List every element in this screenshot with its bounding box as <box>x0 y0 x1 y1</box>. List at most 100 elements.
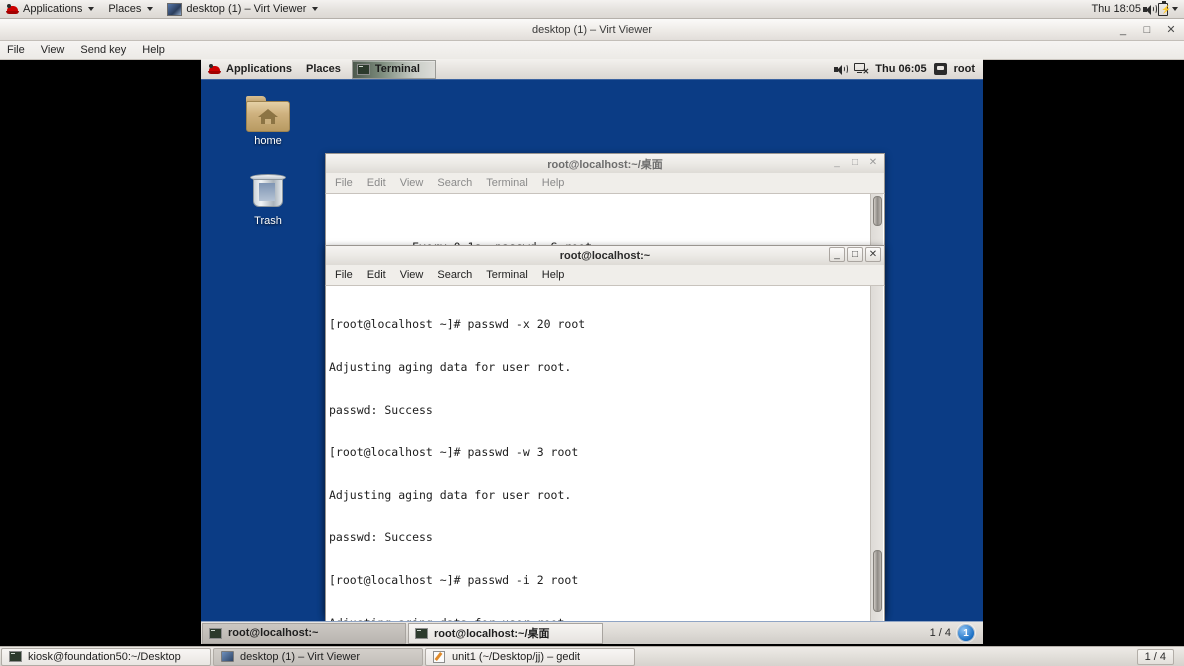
back-menu-search[interactable]: Search <box>430 173 479 194</box>
guest-clock[interactable]: Thu 06:05 <box>875 63 926 75</box>
host-workspace-count: 1 / 4 <box>1136 648 1174 665</box>
battery-icon[interactable]: ⚡ <box>1158 0 1171 16</box>
maximize-button[interactable]: □ <box>1140 23 1154 37</box>
menu-view[interactable]: View <box>33 41 73 60</box>
close-button[interactable]: ✕ <box>1164 23 1178 37</box>
terminal-icon <box>415 627 428 639</box>
workspace-count: 1 / 4 <box>929 627 951 639</box>
back-menu-view[interactable]: View <box>393 173 431 194</box>
guest-taskbar: root@localhost:~ root@localhost:~/桌面 1 /… <box>201 621 983 644</box>
front-window-title: root@localhost:~ <box>559 249 651 262</box>
host-applications-menu[interactable]: Applications <box>0 0 101 19</box>
close-button[interactable]: ✕ <box>865 247 881 262</box>
front-window-controls: _ □ ✕ <box>829 247 881 262</box>
host-task-label: kiosk@foundation50:~/Desktop <box>28 650 181 663</box>
network-disconnected-icon[interactable]: ✕ <box>854 63 869 76</box>
guest-desktop: Applications Places Terminal ✕ Thu 06:05 <box>201 59 983 644</box>
guest-places-label: Places <box>306 63 341 75</box>
virt-viewer-title: desktop (1) – Virt Viewer <box>531 23 653 36</box>
desktop-icon-label: Trash <box>254 215 282 227</box>
window-thumbnail-icon <box>167 2 183 16</box>
desktop-icon-trash[interactable]: Trash <box>233 172 303 227</box>
host-task-gedit[interactable]: unit1 (~/Desktop/jj) – gedit <box>425 647 635 666</box>
host-places-menu[interactable]: Places <box>101 0 160 19</box>
host-top-panel: Applications Places desktop (1) – Virt V… <box>0 0 1184 19</box>
front-term-line: [root@localhost ~]# passwd -x 20 root <box>329 317 586 332</box>
guest-task-terminal[interactable]: Terminal <box>351 59 436 79</box>
terminal-icon <box>209 627 222 639</box>
back-window-controls: _ □ ✕ <box>829 155 881 170</box>
front-menu-terminal[interactable]: Terminal <box>479 265 535 286</box>
volume-icon[interactable] <box>834 64 849 75</box>
menu-file[interactable]: File <box>0 41 33 60</box>
terminal-icon <box>9 651 22 662</box>
front-term-line: passwd: Success <box>329 530 433 545</box>
menu-send-key[interactable]: Send key <box>72 41 134 60</box>
volume-icon[interactable] <box>1143 4 1157 15</box>
guest-task-label: Terminal <box>374 63 420 75</box>
home-folder-icon <box>246 96 290 132</box>
front-window-titlebar[interactable]: root@localhost:~ _ □ ✕ <box>325 245 885 265</box>
front-menu-search[interactable]: Search <box>430 265 479 286</box>
chevron-down-icon <box>312 7 319 11</box>
front-terminal-body[interactable]: [root@localhost ~]# passwd -x 20 root Ad… <box>325 286 885 622</box>
user-icon <box>933 63 947 75</box>
virt-viewer-menubar: File View Send key Help <box>0 41 1184 60</box>
maximize-button[interactable]: □ <box>847 247 863 262</box>
close-button[interactable]: ✕ <box>865 155 881 170</box>
front-menu-file[interactable]: File <box>326 265 360 286</box>
desktop-icon-home[interactable]: home <box>233 96 303 147</box>
back-scrollbar-thumb[interactable] <box>873 196 882 226</box>
taskbar-item-root-localhost[interactable]: root@localhost:~ <box>202 622 406 644</box>
guest-top-panel: Applications Places Terminal ✕ Thu 06:05 <box>201 59 983 80</box>
back-menu-file[interactable]: File <box>326 173 360 194</box>
chevron-down-icon <box>147 7 154 11</box>
back-menu-help[interactable]: Help <box>535 173 572 194</box>
minimize-button[interactable]: _ <box>829 155 845 170</box>
gedit-icon <box>433 650 446 663</box>
chevron-down-icon <box>88 7 95 11</box>
guest-window-list: Terminal <box>351 59 436 80</box>
screen-root: Applications Places desktop (1) – Virt V… <box>0 0 1184 666</box>
guest-workspace-switcher: 1 / 4 1 <box>930 624 983 642</box>
host-window-label: desktop (1) – Virt Viewer <box>186 3 307 15</box>
host-clock[interactable]: Thu 18:05 <box>1091 3 1141 15</box>
front-terminal-output: [root@localhost ~]# passwd -x 20 root Ad… <box>326 286 884 621</box>
taskbar-item-label: root@localhost:~/桌面 <box>434 628 550 640</box>
minimize-button[interactable]: _ <box>1116 23 1130 37</box>
host-task-virt-viewer[interactable]: desktop (1) – Virt Viewer <box>213 647 423 666</box>
host-panel-tray: Thu 18:05 ⚡ <box>1091 0 1184 16</box>
front-menu-edit[interactable]: Edit <box>360 265 393 286</box>
workspace-badge[interactable]: 1 <box>957 624 975 642</box>
back-window-titlebar[interactable]: root@localhost:~/桌面 _ □ ✕ <box>325 153 885 173</box>
front-scrollbar-thumb[interactable] <box>873 550 882 612</box>
desktop-icon-label: home <box>254 135 282 147</box>
menu-help[interactable]: Help <box>134 41 173 60</box>
host-workspace-switcher[interactable]: 1 / 4 <box>1136 648 1184 665</box>
terminal-window-front[interactable]: root@localhost:~ _ □ ✕ File Edit View Se… <box>325 245 885 622</box>
host-task-label: desktop (1) – Virt Viewer <box>240 650 361 663</box>
guest-applications-menu[interactable]: Applications <box>201 59 299 80</box>
back-menu-terminal[interactable]: Terminal <box>479 173 535 194</box>
front-term-line: Adjusting aging data for user root. <box>329 487 572 502</box>
guest-places-menu[interactable]: Places <box>299 59 348 80</box>
redhat-icon <box>6 3 19 15</box>
taskbar-item-root-localhost-desktop[interactable]: root@localhost:~/桌面 <box>408 622 603 644</box>
back-window-title: root@localhost:~/桌面 <box>547 158 663 171</box>
terminal-icon <box>356 63 370 75</box>
host-taskbar: kiosk@foundation50:~/Desktop desktop (1)… <box>0 646 1184 666</box>
host-task-kiosk-terminal[interactable]: kiosk@foundation50:~/Desktop <box>1 647 211 666</box>
host-places-label: Places <box>108 3 142 15</box>
taskbar-item-label: root@localhost:~ <box>228 627 319 639</box>
back-menu-edit[interactable]: Edit <box>360 173 393 194</box>
host-window-menu[interactable]: desktop (1) – Virt Viewer <box>160 0 325 19</box>
maximize-button[interactable]: □ <box>847 155 863 170</box>
front-menu-help[interactable]: Help <box>535 265 572 286</box>
front-terminal-scrollbar[interactable] <box>870 286 883 621</box>
minimize-button[interactable]: _ <box>829 247 845 262</box>
chevron-down-icon[interactable] <box>1172 7 1178 11</box>
guest-user-label[interactable]: root <box>954 63 975 75</box>
redhat-icon <box>208 63 221 75</box>
front-menu-view[interactable]: View <box>393 265 431 286</box>
host-task-label: unit1 (~/Desktop/jj) – gedit <box>452 650 581 663</box>
